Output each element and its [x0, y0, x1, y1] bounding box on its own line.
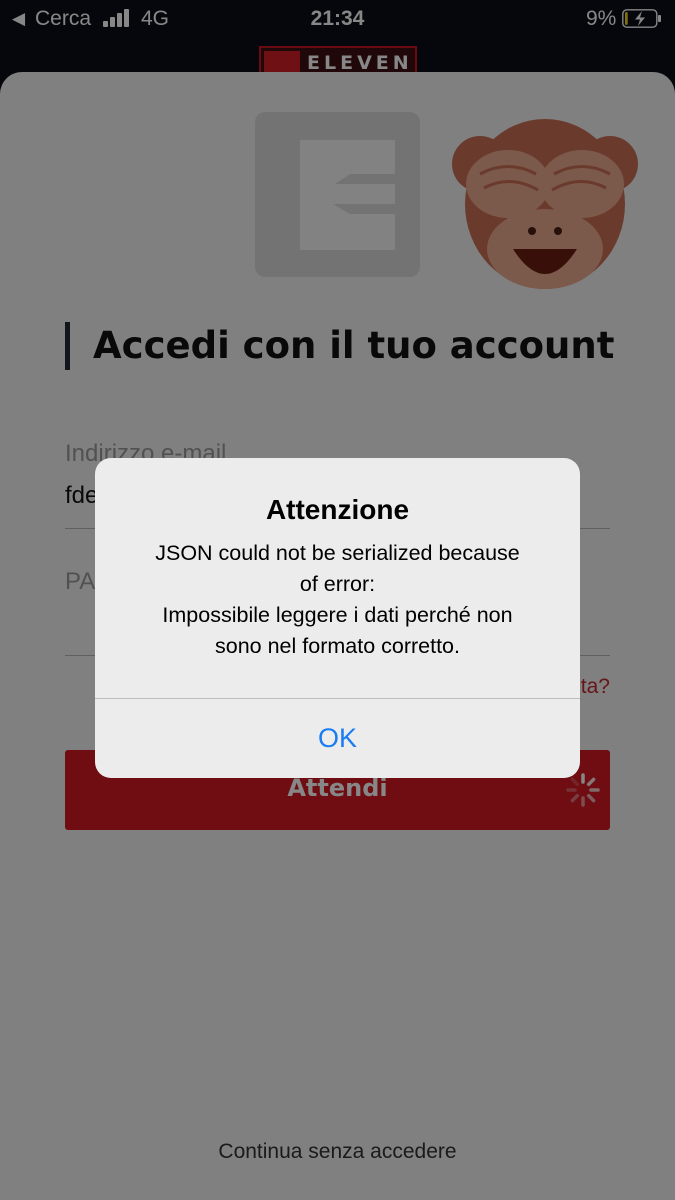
alert-dialog: Attenzione JSON could not be serialized … [95, 458, 580, 778]
alert-message-line: JSON could not be serialized because [155, 541, 520, 565]
ok-button[interactable]: OK [95, 699, 580, 778]
alert-message-line: of error: [299, 572, 376, 596]
alert-message-line: Impossibile leggere i dati perché non [162, 603, 513, 627]
alert-message-line: sono nel formato corretto. [215, 634, 460, 658]
alert-message: JSON could not be serialized because of … [115, 538, 560, 662]
alert-title: Attenzione [265, 494, 410, 525]
